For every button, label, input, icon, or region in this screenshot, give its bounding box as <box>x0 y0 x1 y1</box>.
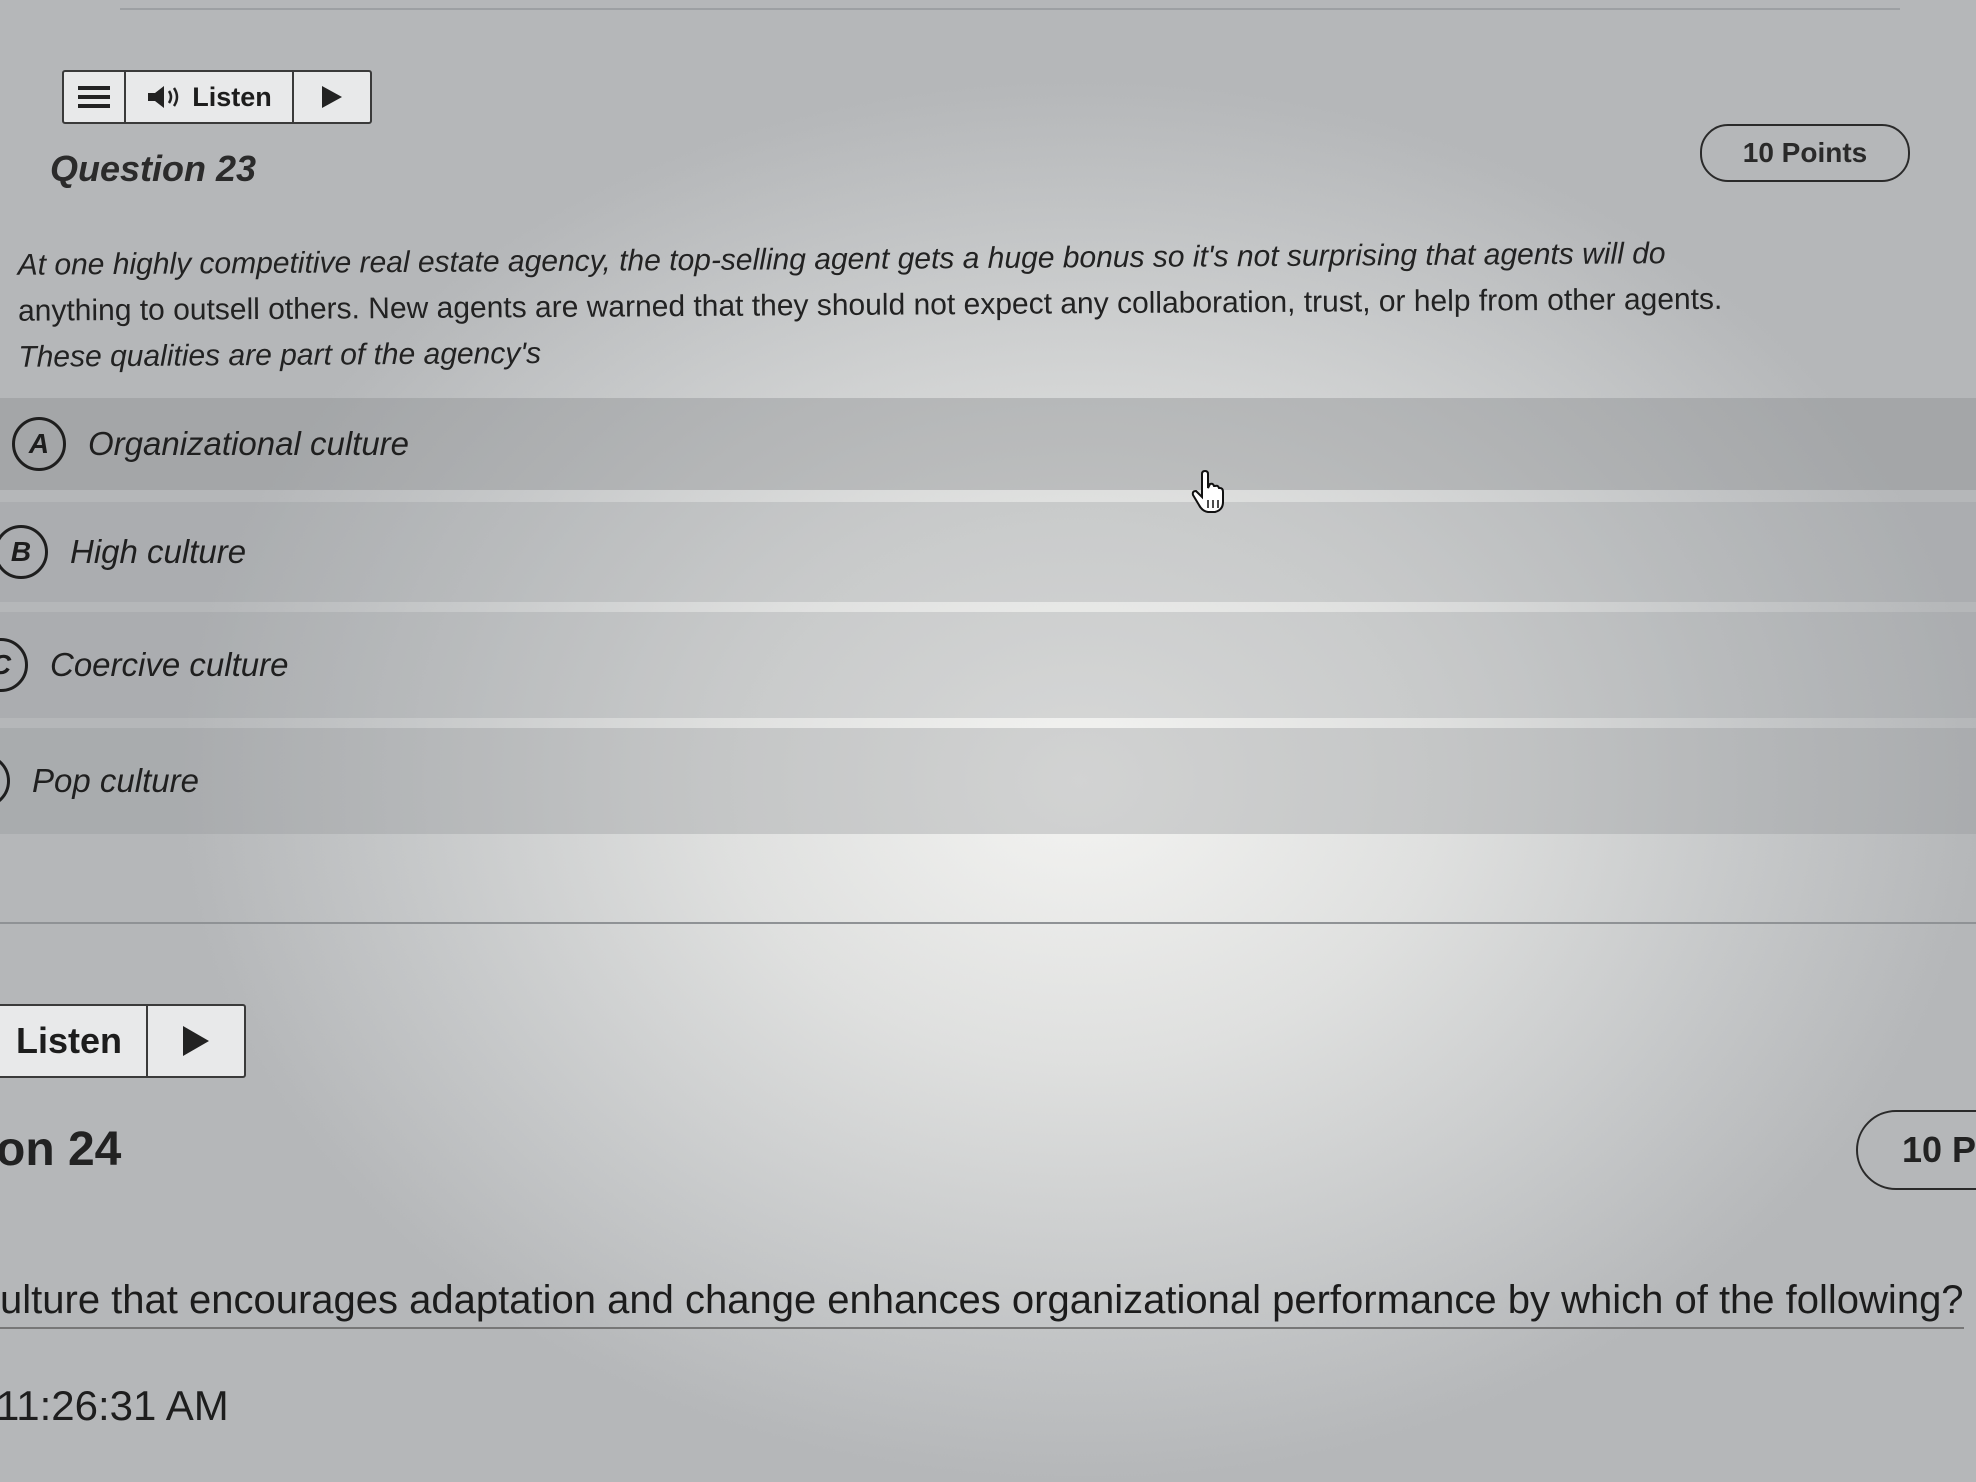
listen-label: Listen <box>192 81 272 112</box>
answer-letter-d: D <box>0 754 10 808</box>
answer-letter-c: C <box>0 638 28 692</box>
hamburger-icon <box>78 86 110 108</box>
listen-label-next: Listen <box>15 1020 122 1061</box>
menu-button[interactable] <box>64 72 126 122</box>
timestamp: 11:26:31 AM <box>0 1382 229 1429</box>
answer-label-a: Organizational culture <box>88 425 410 462</box>
next-points-badge: 10 P <box>1856 1110 1976 1190</box>
answer-option-d[interactable]: D Pop culture <box>0 728 1976 834</box>
hand-pointer-icon <box>1191 470 1224 513</box>
listen-toolbar: Listen <box>62 70 372 124</box>
answer-label-d: Pop culture <box>32 762 199 799</box>
play-icon <box>322 86 342 108</box>
answer-label-c: Coercive culture <box>50 646 289 683</box>
next-question-text: ulture that encourages adaptation and ch… <box>0 1278 1964 1329</box>
play-icon <box>183 1026 209 1056</box>
play-button-next[interactable] <box>148 1006 244 1076</box>
question-title: Question 23 <box>50 148 257 189</box>
answer-option-c[interactable]: C Coercive culture <box>0 612 1976 718</box>
listen-toolbar-next: Listen <box>0 1004 246 1078</box>
question-text: At one highly competitive real estate ag… <box>18 229 1939 380</box>
listen-button-next[interactable]: Listen <box>0 1006 148 1076</box>
listen-button[interactable]: Listen <box>126 72 294 122</box>
answer-option-a[interactable]: A Organizational culture <box>0 398 1976 490</box>
answer-option-b[interactable]: B High culture <box>0 502 1976 602</box>
next-question-title: on 24 <box>0 1123 122 1176</box>
answer-label-b: High culture <box>70 533 247 570</box>
speaker-icon <box>0 1026 8 1056</box>
answer-letter-b: B <box>0 525 48 579</box>
points-badge: 10 Points <box>1700 124 1910 182</box>
play-button[interactable] <box>294 72 370 122</box>
speaker-icon <box>148 86 179 108</box>
question-divider <box>0 922 1976 924</box>
answer-letter-a: A <box>12 417 66 471</box>
top-divider <box>120 8 1900 10</box>
